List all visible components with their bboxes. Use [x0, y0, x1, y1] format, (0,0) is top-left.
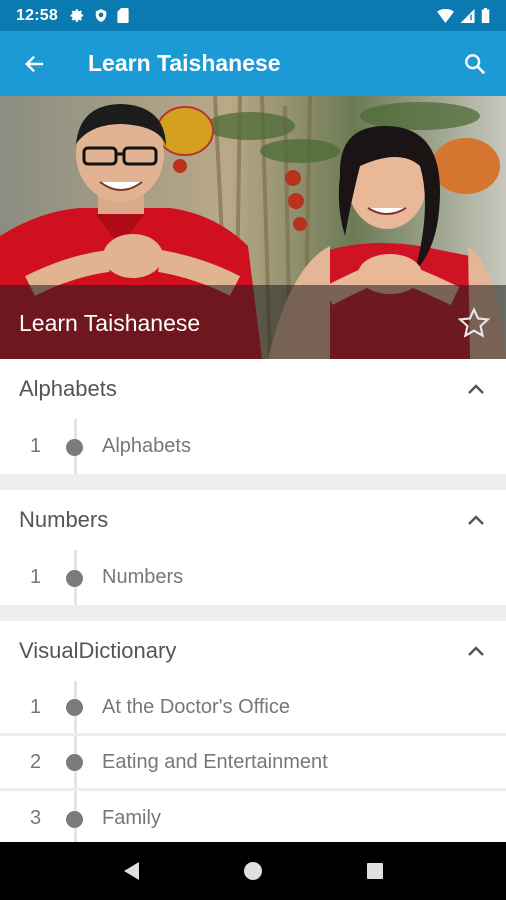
shield-icon [95, 9, 107, 22]
lesson-number: 1 [30, 435, 42, 457]
section-header[interactable]: Alphabets [0, 359, 506, 419]
lesson-number: 3 [30, 807, 42, 829]
chevron-up-icon [468, 515, 484, 525]
section-title: Numbers [19, 507, 109, 532]
arrow-left-icon [25, 55, 44, 72]
timeline-dot [66, 754, 83, 771]
lesson-label: Family [102, 807, 161, 829]
section-numbers: Numbers 1 Numbers [0, 490, 506, 605]
section-alphabets: Alphabets 1 Alphabets [0, 359, 506, 474]
signal-icon [460, 8, 475, 23]
section-title: VisualDictionary [19, 638, 177, 663]
course-banner: Learn Taishanese [0, 96, 506, 359]
nav-home-button[interactable] [233, 851, 273, 891]
chevron-up-icon [468, 384, 484, 394]
favorite-button[interactable] [456, 305, 492, 341]
back-button[interactable] [0, 31, 70, 96]
chevron-up-icon [468, 646, 484, 656]
nav-back-button[interactable] [111, 851, 151, 891]
search-button[interactable] [444, 31, 506, 96]
sim-card-icon [117, 8, 129, 23]
wifi-icon [437, 8, 454, 23]
lesson-item[interactable]: 1 At the Doctor's Office [0, 681, 506, 736]
collapse-button[interactable] [462, 637, 490, 665]
app-title: Learn Taishanese [88, 50, 281, 76]
status-bar: 12:58 [0, 0, 506, 31]
battery-icon [481, 8, 490, 23]
status-time: 12:58 [16, 6, 58, 24]
system-nav-bar [0, 842, 506, 900]
lesson-number: 1 [30, 566, 42, 588]
lesson-label: At the Doctor's Office [102, 695, 290, 718]
banner-title: Learn Taishanese [19, 310, 201, 336]
timeline-dot [66, 810, 83, 828]
collapse-button[interactable] [462, 506, 490, 534]
timeline-dot [66, 569, 83, 587]
section-title: Alphabets [19, 376, 117, 401]
lesson-label: Alphabets [102, 435, 191, 457]
timeline-dot [66, 699, 83, 716]
lesson-item[interactable]: 3 Family [0, 791, 506, 842]
collapse-button[interactable] [462, 375, 490, 403]
section-header[interactable]: Numbers [0, 490, 506, 550]
lesson-label: Numbers [102, 566, 184, 588]
section-visual-dictionary: VisualDictionary 1 At the Doctor's Offic… [0, 621, 506, 842]
lesson-item[interactable]: 1 Numbers [0, 550, 506, 605]
star-outline-icon [457, 307, 491, 338]
timeline-dot [66, 438, 83, 456]
home-circle-icon [244, 862, 262, 880]
nav-recents-button[interactable] [355, 851, 395, 891]
status-notification-icons [70, 8, 129, 23]
lesson-sections: Alphabets 1 Alphabets Numbers 1 Numbers [0, 359, 506, 842]
search-icon [465, 53, 486, 74]
lesson-item[interactable]: 1 Alphabets [0, 419, 506, 474]
gear-icon [70, 9, 84, 22]
lesson-number: 1 [30, 695, 42, 718]
back-triangle-icon [124, 862, 139, 880]
recents-square-icon [367, 863, 383, 879]
app-bar: Learn Taishanese [0, 31, 506, 96]
lesson-item[interactable]: 2 Eating and Entertainment [0, 736, 506, 791]
lesson-number: 2 [30, 750, 42, 773]
section-header[interactable]: VisualDictionary [0, 621, 506, 681]
lesson-label: Eating and Entertainment [102, 750, 328, 773]
status-system-icons [437, 8, 490, 23]
